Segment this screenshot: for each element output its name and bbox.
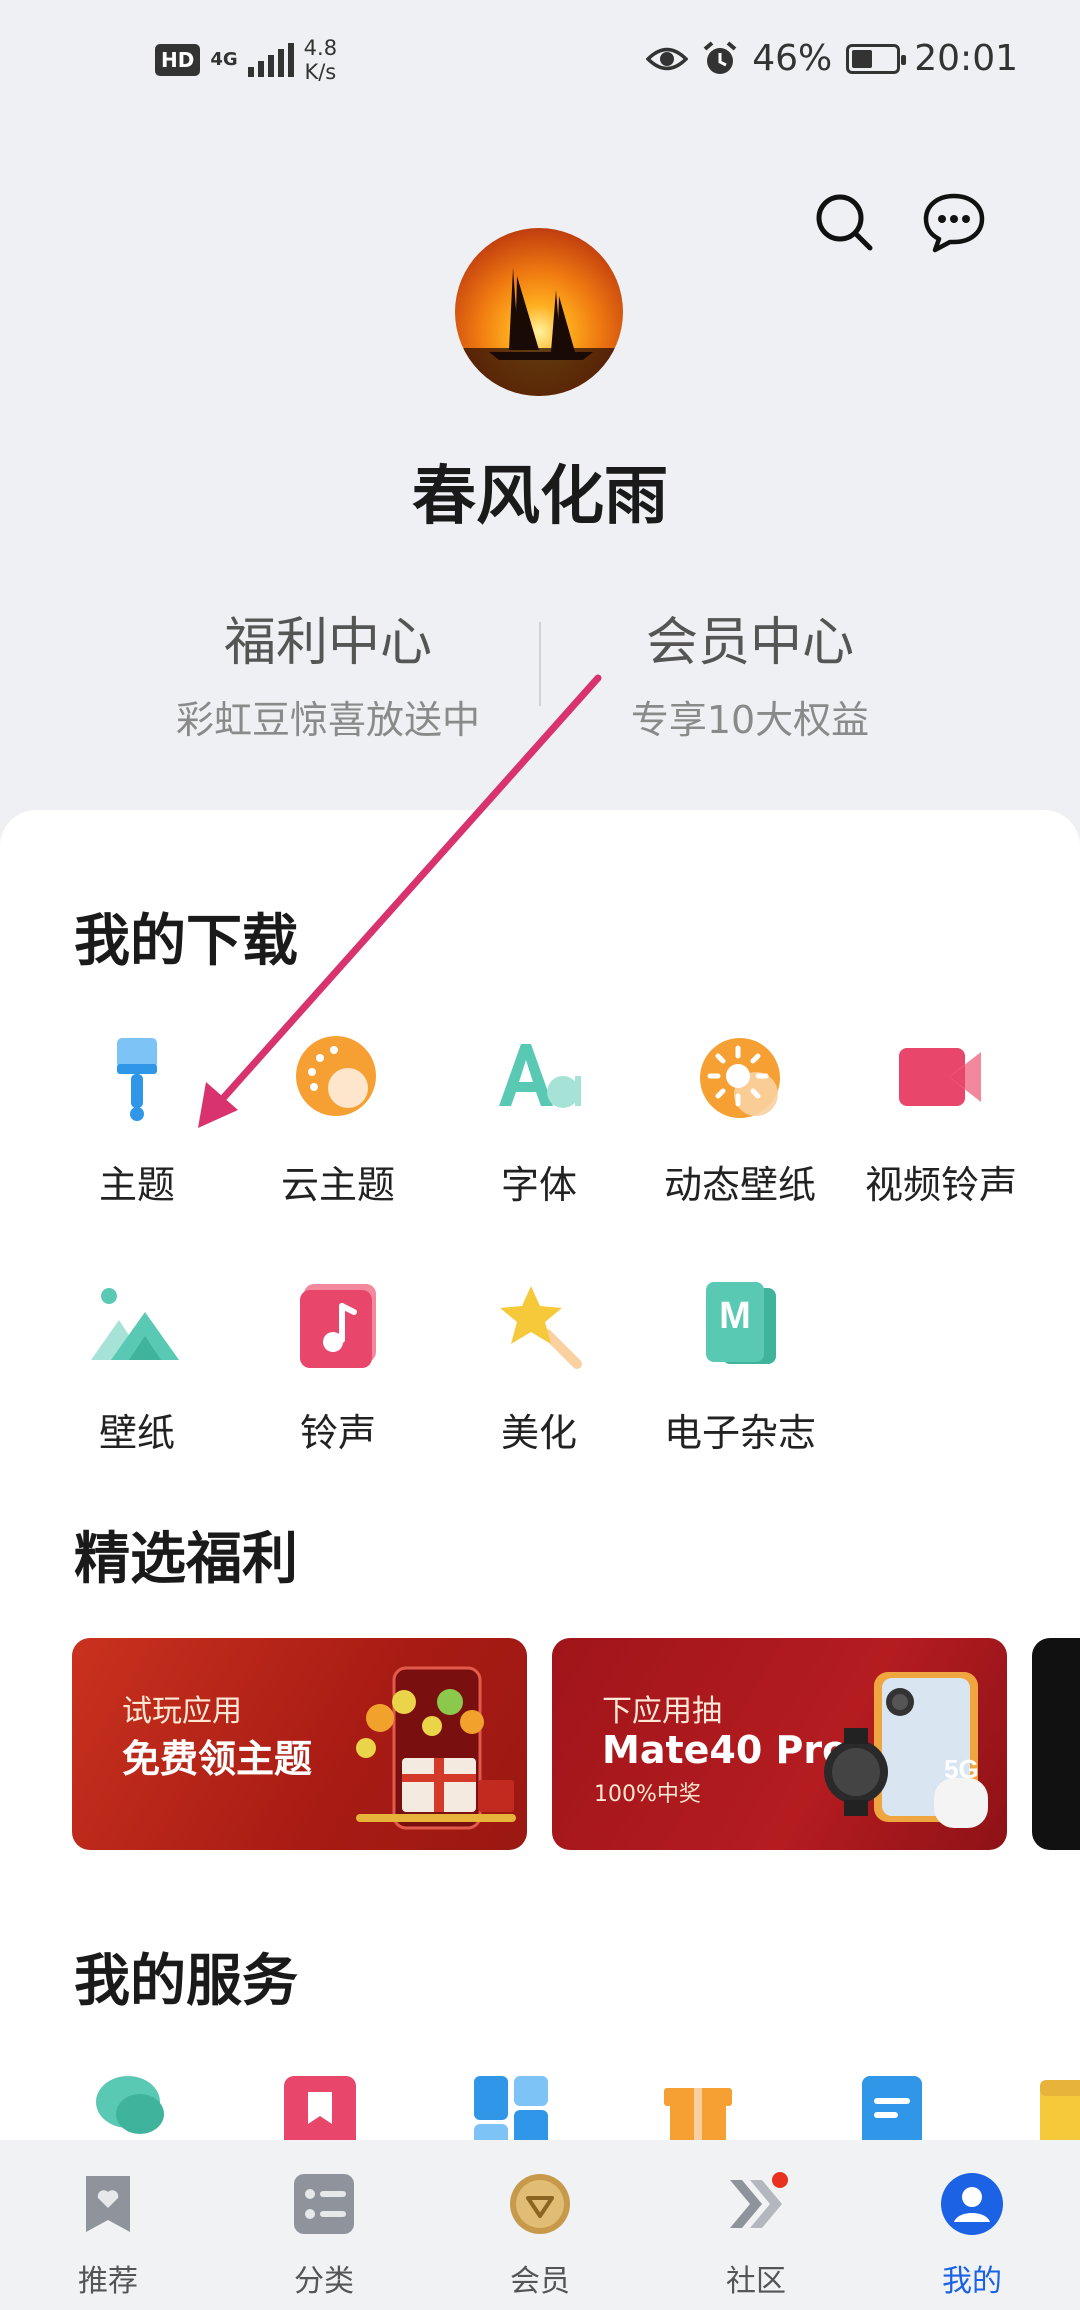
member-center-subtitle: 专享10大权益 [630,698,870,742]
welfare-center-title: 福利中心 [223,613,432,673]
phone-watch-illustration: 5G [824,1672,988,1828]
download-item-theme[interactable]: 主题 [37,1030,237,1209]
nav-label: 推荐 [78,2264,138,2299]
nav-label: 会员 [510,2264,570,2299]
status-right: 46% 20:01 [646,38,1018,79]
gift-phone-illustration [356,1666,516,1830]
nav-label: 我的 [942,2264,1002,2299]
avatar[interactable] [455,228,623,396]
message-icon[interactable] [922,190,986,254]
recommend-icon [86,2176,130,2232]
download-item-wallpaper[interactable]: 壁纸 [37,1278,237,1457]
eye-icon [646,47,689,70]
document-service-icon[interactable] [852,2070,932,2150]
clock: 20:01 [914,38,1018,79]
battery-percent: 46% [752,38,833,79]
downloads-title: 我的下载 [74,909,298,974]
status-bar: HD 4G 4.8 K/s 46% 20:01 [0,0,1080,130]
download-item-label: 云主题 [280,1163,395,1207]
battery-icon [846,43,907,74]
nav-label: 社区 [726,2264,786,2299]
download-item-label: 字体 [500,1163,577,1207]
gift-service-icon[interactable] [658,2070,738,2150]
banner-line3: 100%中奖 [594,1782,701,1807]
benefits-title: 精选福利 [74,1527,298,1592]
nav-item-member[interactable]: 会员 [432,2140,648,2310]
banner-line2: 免费领主题 [122,1737,313,1781]
battery-fill [852,49,872,68]
chat-service-icon[interactable] [92,2070,172,2150]
download-item-live-wallpaper[interactable]: 动态壁纸 [640,1030,840,1209]
banner-line1: 下应用抽 [602,1694,722,1729]
net-speed: 4.8 K/s [304,36,337,84]
benefit-banner-partial[interactable] [1032,1638,1080,1850]
nav-item-recommend[interactable]: 推荐 [0,2140,216,2310]
welfare-center[interactable]: 福利中心 彩虹豆惊喜放送中 [108,600,548,744]
net-speed-unit: K/s [304,60,337,84]
bookmark-service-icon[interactable] [280,2070,360,2150]
svg-text:M: M [719,1295,751,1337]
font-icon [499,1044,581,1108]
paintbrush-icon [117,1038,157,1121]
ringtone-icon [300,1284,376,1368]
category-icon [294,2174,354,2234]
welfare-center-subtitle: 彩虹豆惊喜放送中 [175,698,480,742]
notification-dot [772,2172,788,2188]
download-item-magazine[interactable]: M 电子杂志 [640,1278,840,1457]
member-center-title: 会员中心 [645,613,854,673]
download-item-label: 主题 [98,1163,175,1207]
alarm-icon [703,40,737,74]
download-item-label: 美化 [500,1411,577,1455]
network-type: 4G [210,49,238,70]
download-item-font[interactable]: 字体 [439,1030,639,1209]
banner-line2: Mate40 Pro [602,1728,849,1772]
community-icon [730,2172,788,2228]
nav-item-profile[interactable]: 我的 [864,2140,1080,2310]
download-item-label: 动态壁纸 [663,1163,816,1207]
download-item-label: 壁纸 [98,1411,175,1455]
calendar-service-icon[interactable] [1036,2070,1080,2150]
nav-item-category[interactable]: 分类 [216,2140,432,2310]
download-item-cloud-theme[interactable]: 云主题 [238,1030,438,1209]
magazine-icon: M [706,1282,776,1364]
benefit-banner-trial-apps[interactable]: 试玩应用 免费领主题 [72,1638,527,1850]
download-item-label: 铃声 [299,1411,376,1455]
net-speed-value: 4.8 [303,36,338,60]
download-item-label: 视频铃声 [864,1163,1017,1207]
download-item-beautify[interactable]: 美化 [439,1278,639,1457]
nav-label: 分类 [294,2264,354,2299]
layout-service-icon[interactable] [472,2070,552,2150]
profile-icon [941,2173,1003,2235]
nav-item-community[interactable]: 社区 [648,2140,864,2310]
svg-text:5G: 5G [944,1754,979,1784]
beautify-icon [500,1286,582,1369]
username: 春风化雨 [412,460,668,534]
status-left: HD 4G 4.8 K/s [155,36,337,84]
bottom-nav: 推荐 分类 会员 社区 我的 [0,2140,1080,2310]
signal-icon [247,43,294,77]
video-ringtone-icon [899,1048,981,1106]
member-center[interactable]: 会员中心 专享10大权益 [530,600,970,744]
sailboat-image [455,268,623,396]
wallpaper-icon [91,1288,179,1360]
member-icon [510,2174,570,2234]
search-icon[interactable] [812,190,876,254]
cloud-theme-icon [296,1036,376,1116]
services-title: 我的服务 [74,1949,298,2014]
download-item-ringtone[interactable]: 铃声 [238,1278,438,1457]
live-wallpaper-icon [700,1038,780,1118]
benefit-banner-mate40[interactable]: 下应用抽 Mate40 Pro 100%中奖 5G [552,1638,1007,1850]
banner-line1: 试玩应用 [122,1694,242,1729]
download-item-label: 电子杂志 [663,1411,816,1455]
download-item-video-ringtone[interactable]: 视频铃声 [841,1030,1041,1209]
hd-badge: HD [155,44,201,76]
